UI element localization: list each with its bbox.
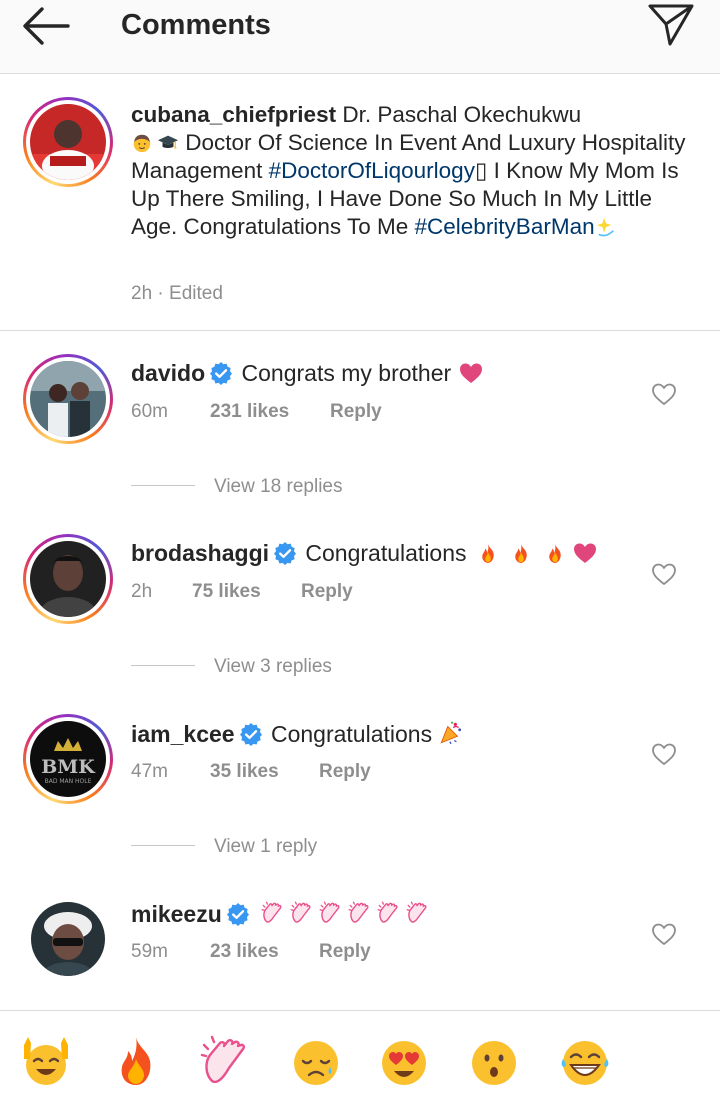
clapping-hands-icon[interactable] <box>198 1033 254 1089</box>
comment-username[interactable]: brodashaggi <box>131 540 269 566</box>
reply-button[interactable]: Reply <box>319 941 371 963</box>
comment-time: 60m <box>131 401 168 422</box>
comment-row-davido: davido Congrats my brother <box>131 360 484 387</box>
comment-likes[interactable]: 231 likes <box>210 401 289 423</box>
replies-line <box>131 665 195 666</box>
avatar-photo-icon <box>30 541 106 617</box>
hashtag-celebrity[interactable]: #CelebrityBarMan <box>415 214 595 239</box>
comment-row-brodashaggi: brodashaggi Congratulations <box>131 540 598 567</box>
replies-line <box>131 485 195 486</box>
comment-avatar-iam_kcee[interactable]: BMK BAD MAN HOLE <box>23 714 113 804</box>
view-replies-button[interactable]: View 1 reply <box>214 836 317 858</box>
verified-badge-icon <box>273 541 297 565</box>
comment-text: Congratulations <box>305 540 467 566</box>
kcee-logo-subtext: BAD MAN HOLE <box>45 778 92 785</box>
comment-avatar-brodashaggi[interactable] <box>23 534 113 624</box>
post-author-avatar[interactable] <box>23 97 113 187</box>
clapping-emoji-icon <box>376 900 402 926</box>
comment-row-mikeezu: mikeezu <box>131 900 431 928</box>
comment-username[interactable]: iam_kcee <box>131 721 235 747</box>
avatar-logo-icon: BMK BAD MAN HOLE <box>30 721 106 797</box>
kcee-logo-text: BMK <box>41 756 96 778</box>
sad-face-icon[interactable] <box>288 1033 344 1089</box>
avatar-photo-icon <box>30 104 106 180</box>
comment-row-iam_kcee: iam_kcee Congratulations <box>131 720 464 748</box>
comment-likes[interactable]: 35 likes <box>210 761 279 783</box>
pink-heart-emoji-icon <box>458 361 484 385</box>
avatar-photo-icon <box>30 361 106 437</box>
sparkle-emoji-icon <box>595 216 617 238</box>
clapping-emoji-icon <box>405 900 431 926</box>
post-time: 2h <box>131 283 153 304</box>
page-title: Comments <box>121 9 271 41</box>
verified-badge-icon <box>239 722 263 746</box>
clapping-emoji-icon <box>347 900 373 926</box>
comment-likes[interactable]: 75 likes <box>192 581 261 603</box>
fire-icon[interactable] <box>108 1033 164 1089</box>
comment-time: 59m <box>131 941 168 962</box>
view-replies-button[interactable]: View 18 replies <box>214 476 343 498</box>
comment-time: 2h <box>131 581 153 602</box>
replies-line <box>131 845 195 846</box>
post-author-username[interactable]: cubana_chiefpriest <box>131 102 336 127</box>
like-heart-icon[interactable] <box>651 382 677 406</box>
reply-button[interactable]: Reply <box>319 761 371 783</box>
verified-badge-icon <box>209 361 233 385</box>
send-direct-icon[interactable] <box>646 0 696 48</box>
header-bar: Comments <box>0 0 720 74</box>
heart-eyes-icon[interactable] <box>376 1033 432 1089</box>
caption-text-1: Dr. Paschal Okechukwu <box>336 102 582 127</box>
post-edited: · Edited <box>157 283 223 304</box>
view-replies-button[interactable]: View 3 replies <box>214 656 332 678</box>
comment-likes[interactable]: 23 likes <box>210 941 279 963</box>
pink-heart-emoji-icon <box>572 541 598 565</box>
post-meta: 2h · Edited <box>131 283 223 305</box>
comment-avatar-mikeezu[interactable] <box>31 902 105 976</box>
comment-text: Congrats my brother <box>241 360 452 386</box>
like-heart-icon[interactable] <box>651 742 677 766</box>
verified-badge-icon <box>226 902 250 926</box>
hashtag-doctor[interactable]: #DoctorOfLiqourlogy <box>269 158 475 183</box>
fire-emoji-icon <box>544 543 566 565</box>
comment-time: 47m <box>131 761 168 782</box>
boy-emoji-icon <box>131 132 153 154</box>
post-caption: cubana_chiefpriest Dr. Paschal Okechukwu… <box>131 101 691 241</box>
clapping-emoji-icon <box>289 900 315 926</box>
clapping-emoji-icon <box>260 900 286 926</box>
reply-button[interactable]: Reply <box>301 581 353 603</box>
avatar-photo-icon <box>31 902 105 976</box>
raising-hands-icon[interactable] <box>18 1033 74 1089</box>
surprised-face-icon[interactable] <box>466 1033 522 1089</box>
party-popper-emoji-icon <box>438 720 464 746</box>
comment-username[interactable]: mikeezu <box>131 901 222 927</box>
like-heart-icon[interactable] <box>651 562 677 586</box>
graduation-cap-icon <box>157 132 179 154</box>
fire-emoji-icon <box>510 543 532 565</box>
reply-button[interactable]: Reply <box>330 401 382 423</box>
laughing-face-icon[interactable] <box>557 1033 613 1089</box>
comment-username[interactable]: davido <box>131 360 205 386</box>
clapping-emoji-icon <box>318 900 344 926</box>
caption-divider <box>0 330 720 331</box>
like-heart-icon[interactable] <box>651 922 677 946</box>
emoji-quick-bar <box>0 1011 720 1100</box>
comment-avatar-davido[interactable] <box>23 354 113 444</box>
comment-text: Congratulations <box>270 721 433 747</box>
fire-emoji-icon <box>477 543 499 565</box>
back-arrow-icon[interactable] <box>20 4 74 48</box>
